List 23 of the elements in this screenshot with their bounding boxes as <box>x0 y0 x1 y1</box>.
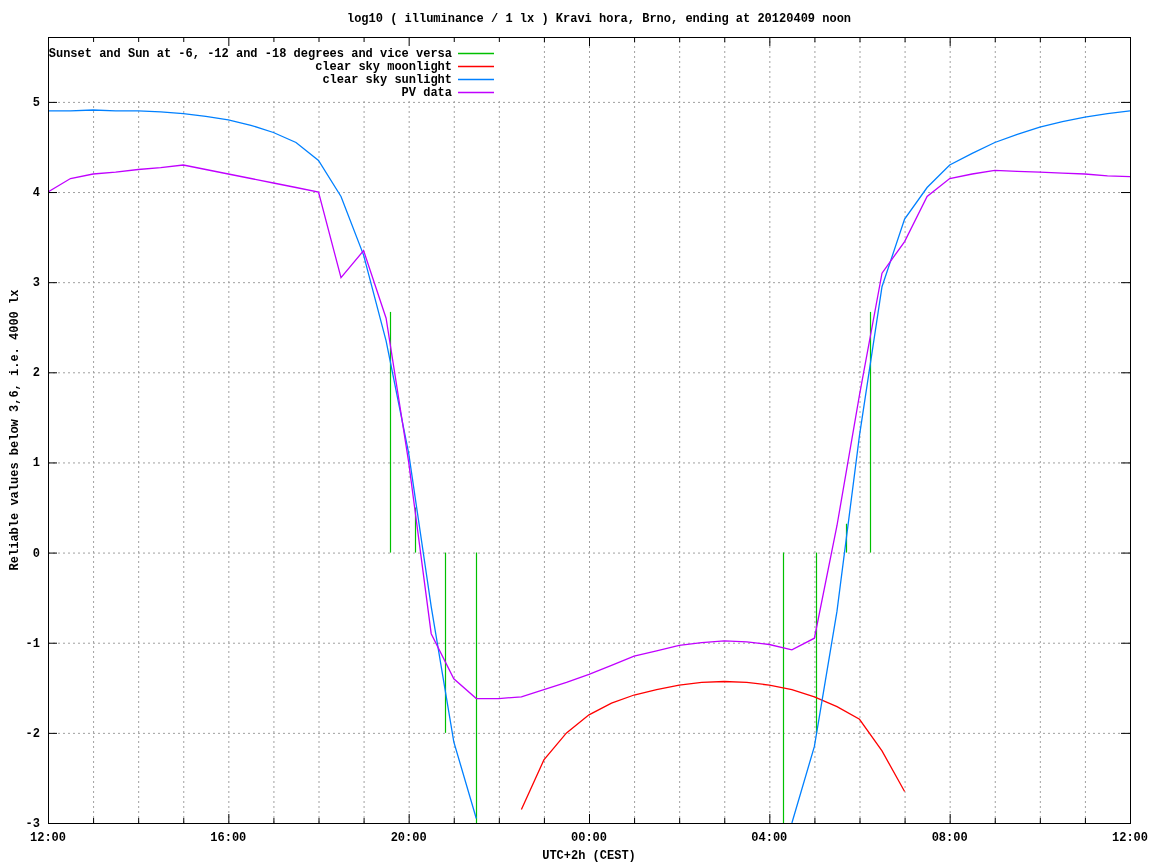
tick-label: 5 <box>32 95 40 110</box>
legend-label: clear sky sunlight <box>322 73 452 87</box>
tick-label: 4 <box>32 186 40 201</box>
legend-label: PV data <box>401 86 452 100</box>
tick-label: 0 <box>32 546 40 561</box>
x-axis-label: UTC+2h (CEST) <box>542 849 636 863</box>
tick-label: 12:00 <box>1112 831 1148 845</box>
tick-label: 20:00 <box>390 831 427 845</box>
tick-label: 12:00 <box>30 831 66 845</box>
tick-label: -2 <box>25 726 40 741</box>
tick-label: 2 <box>32 366 40 381</box>
tick-label: -3 <box>25 817 40 831</box>
chart-title: log10 ( illuminance / 1 lx ) Kravi hora, Brno, ending at 20120409 noon <box>346 12 852 26</box>
tick-label: 16:00 <box>210 831 247 845</box>
y-axis-label: Reliable values below 3,6, i.e. 4000 lx <box>8 289 22 571</box>
tick-label: 1 <box>32 456 40 471</box>
tick-label: 04:00 <box>751 831 788 845</box>
tick-label: 00:00 <box>571 831 607 845</box>
legend-label: Sunset and Sun at -6, -12 and -18 degrees and vice versa <box>48 47 452 61</box>
tick-label: 3 <box>32 276 40 291</box>
tick-label: 08:00 <box>931 831 968 845</box>
tick-label: -1 <box>25 636 40 651</box>
legend-label: clear sky moonlight <box>315 60 452 74</box>
